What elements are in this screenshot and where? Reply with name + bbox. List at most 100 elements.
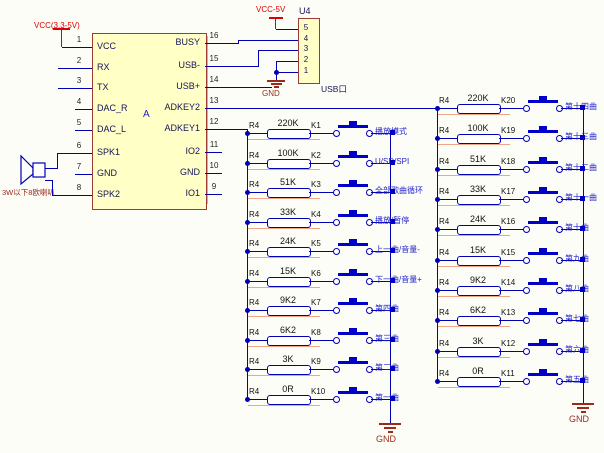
switch-terminal-icon [333,366,340,373]
resistor-value: 0R [265,385,311,394]
resistor-symbol [267,218,311,228]
pushbutton-icon [338,302,368,305]
key-designator: K3 [311,181,321,189]
usb-pin-stub [285,72,298,73]
junction-pad [390,307,395,312]
junction-pad [580,135,585,140]
key-row: R4 6K2 K8 第三曲 [247,327,417,354]
switch-terminal-icon [523,348,530,355]
pushbutton-icon [338,214,368,217]
key-designator: K19 [501,127,515,135]
resistor-refdes: R4 [439,249,449,257]
switch-terminal-icon [523,105,530,112]
key-row: R4 51K K3 全部歌曲循环 [247,179,417,206]
key-row: R4 6K2 K13 第七曲 [437,307,604,334]
key-designator: K10 [311,388,325,396]
switch-terminal-icon [333,307,340,314]
ic-pin-number: 13 [206,97,222,105]
key-row: R4 3K K9 第二曲 [247,356,417,383]
key-row: R4 220K K1 播放模式 [247,120,417,147]
pushbutton-icon [338,361,368,364]
resistor-value: 6K2 [455,306,501,315]
resistor-refdes: R4 [249,388,259,396]
resistor-refdes: R4 [249,152,259,160]
ic-pin-name: IO2 [130,147,200,156]
trace-overlay-line [248,375,320,376]
resistor-refdes: R4 [439,340,449,348]
key-row: R4 100K K19 第十三曲 [437,125,604,152]
pushbutton-icon [528,252,558,255]
usb-pin-stub [285,29,298,30]
pushbutton-icon [528,191,558,194]
resistor-symbol [267,277,311,287]
resistor-symbol [457,104,501,114]
resistor-symbol [457,347,501,357]
resistor-refdes: R4 [249,122,259,130]
key-designator: K17 [501,188,515,196]
key-row: R4 33K K17 第十一曲 [437,186,604,213]
resistor-refdes: R4 [249,211,259,219]
usb-gnd-label: GND [262,90,280,98]
resistor-value: 51K [265,178,311,187]
pushbutton-icon [338,184,368,187]
switch-terminal-icon [523,226,530,233]
resistor-refdes: R4 [439,309,449,317]
ic-pin-number: 6 [70,142,88,150]
key-function-label: 上一曲/音量- [375,246,420,254]
junction-pad [580,105,585,110]
resistor-symbol [267,365,311,375]
trace-overlay-line [438,387,510,388]
ic-pin-number: 4 [70,98,88,106]
resistor-value: 51K [455,155,501,164]
resistor-symbol [457,286,501,296]
resistor-refdes: R4 [249,240,259,248]
ic-pin-number: 3 [70,77,88,85]
resistor-value: 15K [455,246,501,255]
resistor-value: 24K [455,215,501,224]
trace-overlay-line [438,175,510,176]
resistor-value: 0R [455,367,501,376]
junction-pad [580,257,585,262]
pushbutton-icon [528,343,558,346]
key-designator: K9 [311,358,321,366]
key-designator: K5 [311,240,321,248]
trace-overlay-line [248,405,320,406]
switch-terminal-icon [333,248,340,255]
key-designator: K11 [501,370,515,378]
ic-pin-stub [58,68,92,69]
key-row: R4 100K K2 U/SD/SPI [247,150,417,177]
ic-pin-name: SPK2 [97,190,120,199]
ic-pin-stub [62,47,92,48]
ic-pin-number: 14 [206,76,222,84]
speaker-note: 3W以下8欧喇叭 [2,189,55,197]
ic-pin-number: 2 [70,57,88,65]
pushbutton-icon [338,155,368,158]
usb-power-bar-icon [269,17,283,19]
usb-pin-number: 3 [300,45,312,53]
resistor-refdes: R4 [249,299,259,307]
switch-terminal-icon [333,219,340,226]
ic-pin-stub [75,130,92,131]
ic-pin-name: TX [97,83,109,92]
switch-terminal-icon [333,278,340,285]
switch-terminal-icon [523,378,530,385]
pushbutton-icon [338,273,368,276]
switch-terminal-icon [333,189,340,196]
junction-pad [390,337,395,342]
usb-power-label: VCC-5V [256,6,285,14]
pushbutton-icon [528,282,558,285]
key-row: R4 24K K5 上一曲/音量- [247,238,417,265]
key-designator: K8 [311,329,321,337]
resistor-refdes: R4 [249,181,259,189]
key-row: R4 15K K15 第九曲 [437,247,604,274]
ic-pin-number: 11 [206,141,222,149]
resistor-symbol [457,195,501,205]
junction-pad [580,166,585,171]
keypad-left-gnd-label: GND [376,435,396,444]
ic-pin-number: 7 [70,163,88,171]
key-designator: K13 [501,309,515,317]
key-row: R4 0R K10 第一曲 [247,386,417,413]
switch-terminal-icon [333,337,340,344]
key-row: R4 24K K16 第十曲 [437,216,604,243]
ic-pin-number: 15 [206,55,222,63]
